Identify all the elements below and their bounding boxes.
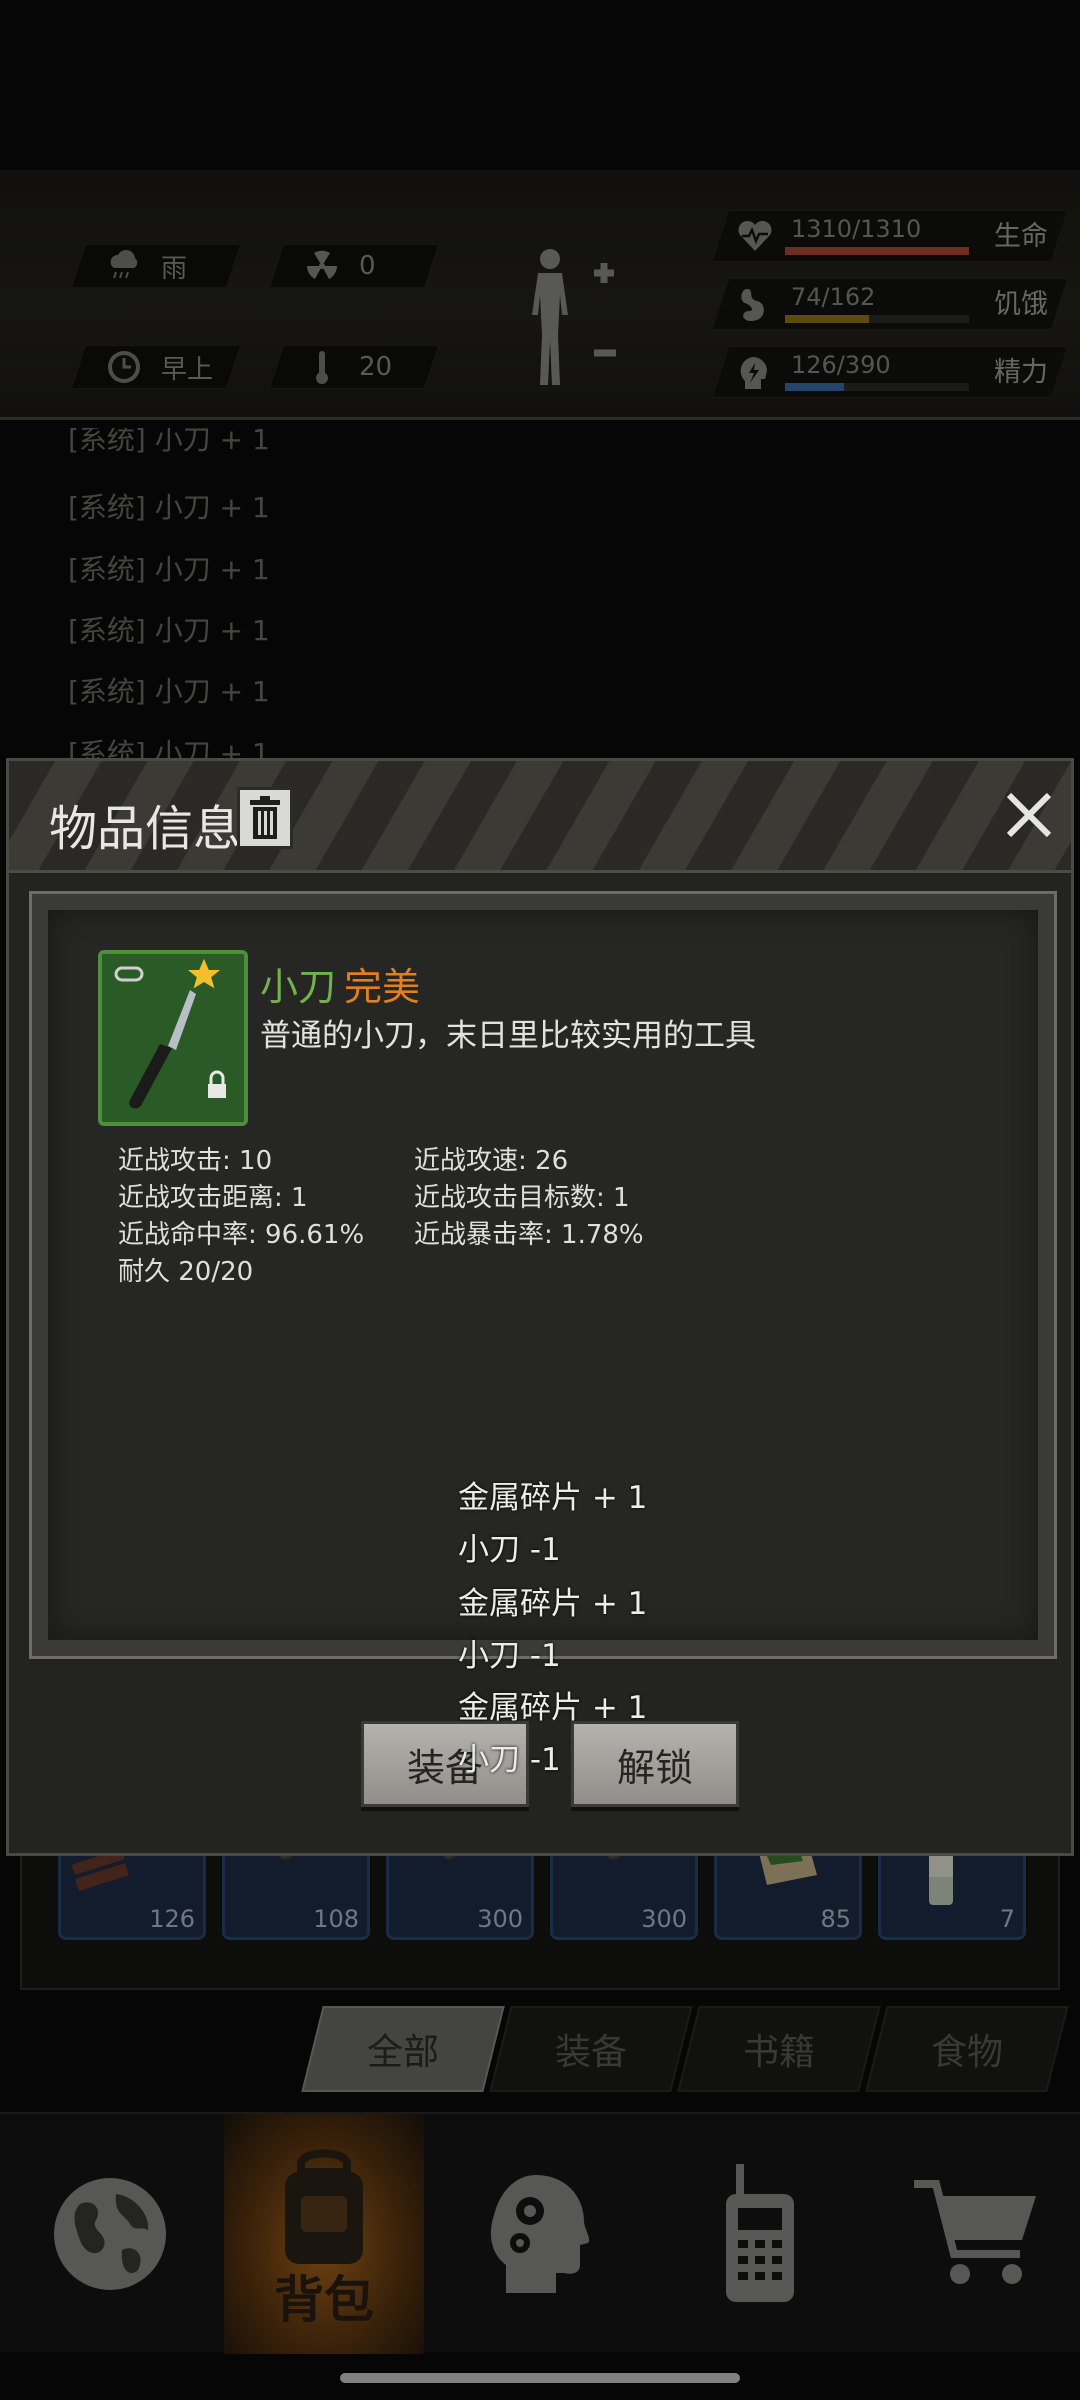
toast-message: 金属碎片 + 1 [458, 1480, 648, 1516]
close-icon [1006, 792, 1052, 838]
toast-message: 金属碎片 + 1 [458, 1586, 648, 1622]
toast-message: 金属碎片 + 1 [458, 1690, 648, 1726]
link-icon [114, 966, 144, 982]
knife-icon [114, 958, 226, 1109]
dialog-title: 物品信息 [49, 801, 242, 857]
attr-melee-range: 近战攻击距离: 1 [118, 1183, 308, 1213]
discard-button[interactable] [237, 787, 293, 849]
attr-melee-attack: 近战攻击: 10 [118, 1146, 273, 1176]
toast-message: 小刀 -1 [458, 1742, 561, 1778]
item-quality: 完美 [344, 965, 421, 1009]
close-button[interactable] [999, 785, 1059, 845]
attr-melee-accuracy: 近战命中率: 96.61% [118, 1220, 365, 1250]
item-icon-slot [98, 950, 248, 1126]
item-name: 小刀 [260, 965, 337, 1009]
lock-icon [208, 1084, 226, 1098]
item-title: 小刀 完美 [260, 956, 420, 1011]
toast-message: 小刀 -1 [458, 1638, 561, 1674]
attr-melee-crit: 近战暴击率: 1.78% [414, 1220, 644, 1250]
star-icon [188, 958, 220, 989]
attr-melee-targets: 近战攻击目标数: 1 [414, 1183, 630, 1213]
attr-durability: 耐久 20/20 [118, 1257, 254, 1287]
trash-icon [250, 796, 280, 839]
toast-message: 小刀 -1 [458, 1532, 561, 1568]
attr-melee-speed: 近战攻速: 26 [414, 1146, 569, 1176]
item-description: 普通的小刀，末日里比较实用的工具 [260, 1018, 756, 1054]
dialog-header: 物品信息 [9, 761, 1071, 873]
unlock-button[interactable]: 解锁 [571, 1721, 739, 1807]
